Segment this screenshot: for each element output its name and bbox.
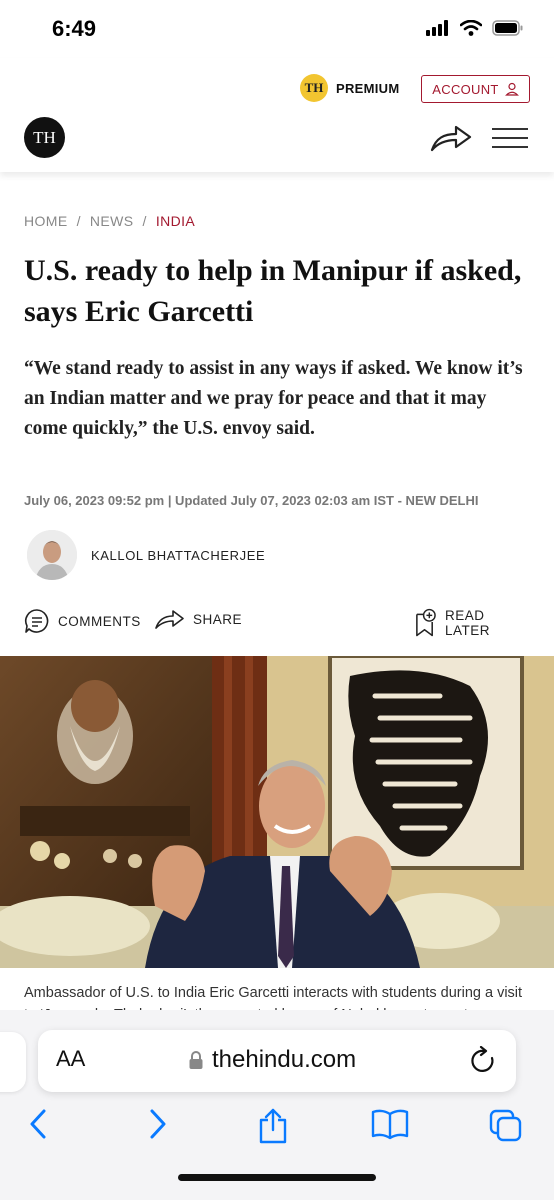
address-bar[interactable]: AA thehindu.com [38,1030,516,1092]
comments-button[interactable]: COMMENTS [24,608,141,634]
text-size-button[interactable]: AA [56,1046,85,1072]
site-header: TH PREMIUM ACCOUNT TH [0,58,554,172]
share-button[interactable]: SHARE [155,608,242,630]
breadcrumb-news[interactable]: NEWS [90,213,134,229]
author-name: KALLOL BHATTACHERJEE [91,547,266,563]
wifi-icon [460,20,482,36]
breadcrumb: HOME / NEWS / INDIA [24,213,195,229]
comment-icon [25,609,49,633]
bookmarks-icon[interactable] [370,1108,410,1140]
article-subhead: “We stand ready to assist in any ways if… [24,358,523,439]
premium-link[interactable]: TH PREMIUM [300,74,400,102]
status-time: 6:49 [52,16,97,41]
author-avatar [27,530,77,580]
account-button[interactable]: ACCOUNT [421,75,530,103]
share-arrow-icon [155,610,184,629]
url-display[interactable]: thehindu.com [188,1046,356,1074]
battery-icon [492,20,523,36]
author-byline[interactable]: KALLOL BHATTACHERJEE [27,530,265,580]
premium-logo: TH [300,74,328,102]
share-sheet-icon[interactable] [256,1108,290,1144]
previous-tab-peek[interactable] [0,1032,26,1092]
share-arrow-icon[interactable] [430,122,472,154]
article-dateline: July 06, 2023 09:52 pm | Updated July 07… [24,493,479,508]
url-text: thehindu.com [212,1046,357,1073]
hamburger-menu-icon[interactable] [492,128,528,148]
breadcrumb-separator: / [142,213,147,229]
share-label: SHARE [193,611,243,627]
user-icon [504,82,519,96]
signal-icon [426,20,448,36]
article-photo [0,656,554,968]
breadcrumb-home[interactable]: HOME [24,213,68,229]
breadcrumb-separator: / [76,213,81,229]
lock-icon [189,1051,203,1069]
read-later-label: READ LATER [444,608,490,638]
reload-icon[interactable] [470,1046,498,1076]
status-bar: 6:49 [0,0,554,58]
breadcrumb-india[interactable]: INDIA [156,213,195,229]
article-headline: U.S. ready to help in Manipur if asked, … [24,254,522,328]
comments-label: COMMENTS [58,613,141,629]
status-icons [426,20,524,36]
back-icon[interactable] [28,1108,50,1140]
read-later-button[interactable]: READ LATER [414,608,530,638]
site-logo[interactable]: TH [24,117,65,158]
account-label: ACCOUNT [432,81,499,97]
tabs-icon[interactable] [488,1108,524,1144]
premium-label: PREMIUM [336,80,400,96]
browser-toolbar: AA thehindu.com [0,1010,554,1200]
home-indicator [178,1174,376,1181]
article-actions: COMMENTS SHARE READ LATER [24,608,530,638]
bookmark-plus-icon [416,608,436,637]
forward-icon[interactable] [146,1108,168,1140]
